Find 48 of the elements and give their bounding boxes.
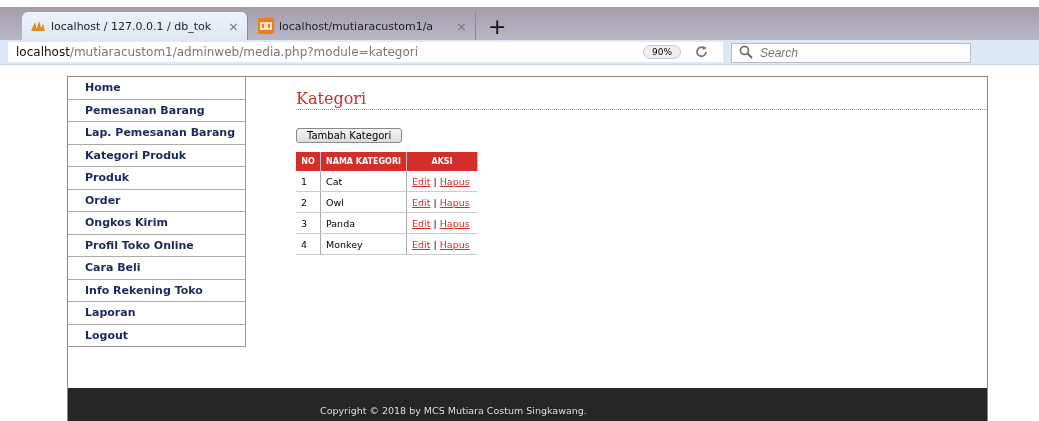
table-cell: 2: [296, 191, 321, 213]
separator: |: [433, 238, 437, 250]
tab-title: localhost / 127.0.0.1 / db_tok: [51, 19, 213, 33]
table-cell: Cat: [320, 171, 407, 192]
column-header: NO: [296, 152, 321, 171]
zoom-badge[interactable]: 90%: [643, 45, 681, 59]
edit-link[interactable]: Edit: [412, 196, 431, 208]
address-field[interactable]: localhost/mutiaracustom1/adminweb/media.php?module=kategori 90%: [8, 42, 723, 62]
add-category-button[interactable]: Tambah Kategori: [296, 128, 403, 143]
column-header: NAMA KATEGORI: [320, 152, 407, 171]
search-field[interactable]: Search: [731, 43, 971, 63]
page-title: Kategori: [296, 89, 987, 110]
sidebar-item[interactable]: Laporan: [68, 302, 245, 325]
table-cell: 1: [296, 171, 321, 192]
table-cell: 3: [296, 212, 321, 234]
separator: |: [433, 217, 437, 229]
table-cell: Panda: [320, 212, 407, 234]
sidebar-item[interactable]: Ongkos Kirim: [68, 212, 245, 235]
table-cell: Monkey: [320, 233, 407, 255]
sidebar-item[interactable]: Lap. Pemesanan Barang: [68, 122, 245, 145]
reload-icon[interactable]: [695, 45, 709, 59]
delete-link[interactable]: Hapus: [439, 196, 470, 208]
browser-tab[interactable]: localhost / 127.0.0.1 / db_tok ×: [22, 12, 248, 40]
sidebar-item[interactable]: Pemesanan Barang: [68, 99, 245, 122]
sidebar-item[interactable]: Produk: [68, 167, 245, 190]
delete-link[interactable]: Hapus: [439, 175, 470, 187]
sidebar-item[interactable]: Info Rekening Toko: [68, 279, 245, 302]
copyright-text: Copyright © 2018 by MCS Mutiara Costum Singkawang.: [320, 405, 587, 416]
table-cell: Owl: [320, 191, 407, 213]
edit-link[interactable]: Edit: [412, 238, 431, 250]
separator: |: [433, 175, 437, 187]
close-icon[interactable]: ×: [228, 18, 239, 34]
sidebar-item[interactable]: Kategori Produk: [68, 144, 245, 167]
column-header: AKSI: [406, 152, 478, 171]
edit-link[interactable]: Edit: [412, 175, 431, 187]
sidebar-item[interactable]: Cara Beli: [68, 257, 245, 280]
new-tab-button[interactable]: +: [478, 14, 517, 40]
sidebar-item[interactable]: Logout: [68, 324, 245, 346]
app-logo-icon: [258, 18, 274, 34]
sidebar-item[interactable]: Home: [68, 77, 245, 100]
delete-link[interactable]: Hapus: [439, 217, 470, 229]
sidebar-item[interactable]: Profil Toko Online: [68, 234, 245, 257]
table-cell: 4: [296, 233, 321, 255]
separator: |: [433, 196, 437, 208]
sidebar-item[interactable]: Order: [68, 189, 245, 212]
delete-link[interactable]: Hapus: [439, 238, 470, 250]
tab-title: localhost/mutiaracustom1/a: [279, 19, 435, 33]
edit-link[interactable]: Edit: [412, 217, 431, 229]
